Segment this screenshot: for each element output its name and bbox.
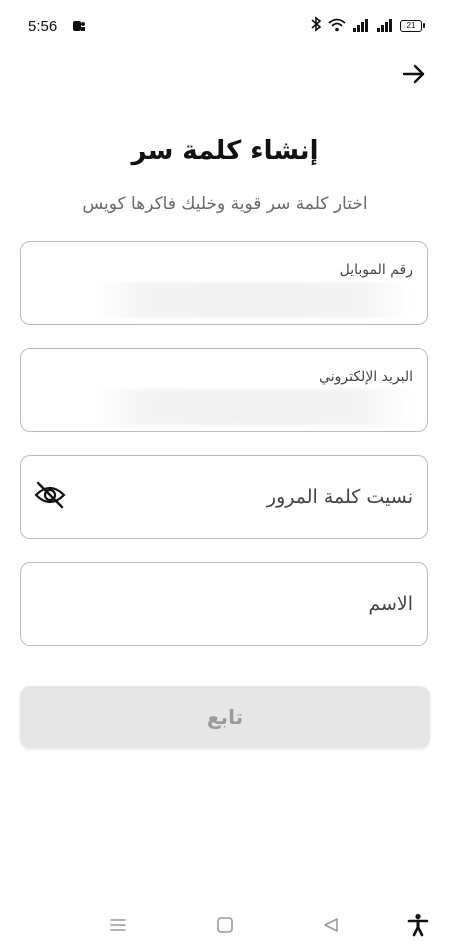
menu-icon[interactable] — [105, 912, 131, 938]
back-button[interactable] — [398, 62, 430, 90]
name-field[interactable]: الاسم — [20, 562, 428, 646]
status-time: 5:56 — [28, 18, 58, 35]
back-triangle-icon[interactable] — [318, 912, 344, 938]
email-field[interactable]: البريد الإلكتروني — [20, 348, 428, 432]
continue-button[interactable]: تابع — [20, 686, 430, 748]
notification-icon — [72, 18, 86, 32]
signal-icon-2 — [376, 17, 394, 36]
password-field[interactable]: نسيت كلمة المرور — [20, 455, 428, 539]
accessibility-icon[interactable] — [405, 912, 431, 938]
status-bar: 5:56 21 — [0, 0, 450, 52]
page-title: إنشاء كلمة سر — [131, 136, 319, 166]
arrow-right-icon — [402, 64, 426, 88]
phone-field[interactable]: رقم الموبايل — [20, 241, 428, 325]
phone-field-value-blurred — [93, 282, 413, 318]
phone-field-label: رقم الموبايل — [339, 262, 413, 278]
email-field-label: البريد الإلكتروني — [319, 369, 413, 385]
signal-icon — [352, 17, 370, 36]
eye-off-icon — [34, 481, 66, 513]
wifi-icon — [328, 17, 346, 36]
battery-icon: 21 — [400, 20, 425, 32]
password-placeholder: نسيت كلمة المرور — [266, 486, 413, 508]
home-square-icon[interactable] — [212, 912, 238, 938]
bluetooth-icon — [310, 16, 322, 36]
email-field-value-blurred — [93, 389, 413, 425]
page-subtitle: اختار كلمة سر قوية وخليك فاكرها كويس — [82, 194, 368, 214]
status-icons: 21 — [310, 16, 425, 36]
battery-level: 21 — [406, 21, 416, 30]
name-placeholder: الاسم — [368, 593, 413, 615]
password-visibility-toggle[interactable] — [33, 481, 67, 513]
system-nav-bar — [0, 900, 450, 950]
